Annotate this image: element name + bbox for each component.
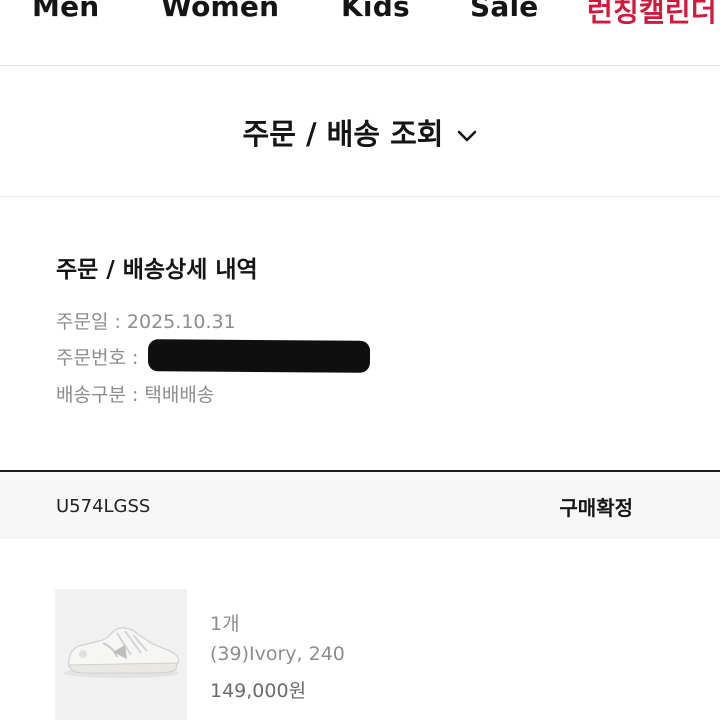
sneaker-image[interactable]	[55, 589, 187, 720]
nav-item-men[interactable]: Men	[32, 0, 99, 23]
order-detail-heading: 주문 / 배송상세 내역	[56, 257, 258, 283]
nav-item-launch-calendar[interactable]: 런칭캘린더	[587, 0, 717, 30]
nav-item-women[interactable]: Women	[161, 0, 279, 23]
order-number-row: 주문번호 :	[56, 338, 371, 373]
nav-item-kids[interactable]: Kids	[341, 0, 410, 23]
order-date-value: 2025.10.31	[126, 311, 236, 333]
product-price: 149,000원	[210, 680, 307, 702]
section-header: 주문 / 배송 조회	[0, 66, 720, 197]
order-status-badge: 구매확정	[559, 496, 633, 520]
order-date-label: 주문일 :	[56, 311, 127, 333]
nav-item-sale[interactable]: Sale	[470, 0, 538, 23]
delivery-type-label: 배송구분 :	[56, 384, 145, 406]
order-date-row: 주문일 : 2025.10.31	[56, 307, 236, 334]
order-number-label: 주문번호 :	[56, 347, 145, 369]
product-item: 1개 (39)Ivory, 240 149,000원	[0, 539, 720, 720]
product-code: U574LGSS	[56, 496, 151, 517]
chevron-down-icon	[457, 116, 477, 150]
product-option: (39)Ivory, 240	[210, 643, 345, 665]
section-title-text: 주문 / 배송 조회	[242, 117, 444, 151]
order-number-redaction	[148, 338, 371, 373]
order-detail-section: 주문 / 배송상세 내역 주문일 : 2025.10.31 주문번호 : 배송구…	[0, 198, 720, 470]
delivery-type-row: 배송구분 : 택배배송	[56, 380, 214, 407]
order-lookup-dropdown[interactable]: 주문 / 배송 조회	[0, 111, 720, 153]
product-header: U574LGSS 구매확정	[0, 472, 720, 538]
product-quantity: 1개	[210, 613, 240, 635]
delivery-type-value: 택배배송	[144, 384, 215, 406]
top-navigation: Men Women Kids Sale 런칭캘린더	[0, 0, 720, 66]
